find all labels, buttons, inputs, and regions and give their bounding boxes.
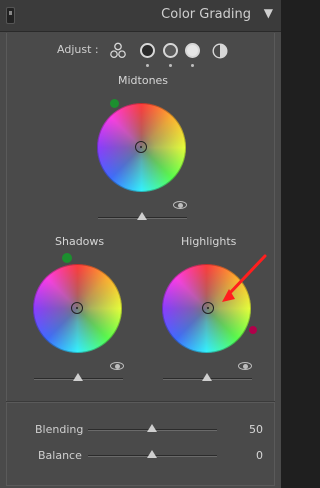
panel-toggle-icon[interactable] — [6, 7, 15, 24]
adjust-row: Adjust : — [0, 38, 281, 68]
panel-header: Color Grading ▼ — [0, 0, 281, 32]
midtones-indicator-dot — [169, 64, 172, 67]
shadows-wheel-icon[interactable] — [140, 43, 155, 58]
three-wheels-icon[interactable] — [109, 42, 127, 60]
balance-label: Balance — [38, 449, 82, 462]
midtones-center-handle[interactable] — [135, 141, 147, 153]
shadows-marker[interactable] — [62, 253, 72, 263]
blending-value[interactable]: 50 — [235, 423, 263, 436]
highlights-marker[interactable] — [249, 326, 257, 334]
panel-title: Color Grading — [161, 7, 251, 22]
highlights-wheel-icon[interactable] — [185, 43, 200, 58]
blending-thumb[interactable] — [147, 424, 157, 432]
midtones-wheel-icon[interactable] — [163, 43, 178, 58]
shadows-center-handle[interactable] — [71, 302, 83, 314]
midtones-marker[interactable] — [110, 99, 119, 108]
highlights-eye-icon[interactable] — [238, 362, 252, 370]
midtones-eye-icon[interactable] — [173, 201, 187, 209]
midtones-luminance-thumb[interactable] — [137, 212, 147, 220]
adjust-label: Adjust : — [57, 43, 99, 56]
highlights-center-handle[interactable] — [202, 302, 214, 314]
color-grading-panel: Color Grading ▼ Adjust : Midtones Shadow… — [0, 0, 281, 488]
shadows-eye-icon[interactable] — [110, 362, 124, 370]
highlights-luminance-thumb[interactable] — [202, 373, 212, 381]
midtones-label: Midtones — [118, 74, 169, 87]
balance-value[interactable]: 0 — [235, 449, 263, 462]
global-icon[interactable] — [212, 43, 228, 59]
global-svg — [212, 43, 228, 59]
shadows-luminance-thumb[interactable] — [73, 373, 83, 381]
section-separator — [6, 401, 275, 402]
three-wheels-svg — [110, 42, 126, 59]
panel-content-frame — [6, 33, 275, 486]
blending-label: Blending — [35, 423, 84, 436]
collapse-icon[interactable]: ▼ — [264, 6, 273, 20]
highlights-indicator-dot — [191, 64, 194, 67]
shadows-indicator-dot — [146, 64, 149, 67]
balance-thumb[interactable] — [147, 450, 157, 458]
highlights-label: Highlights — [181, 235, 237, 248]
shadows-label: Shadows — [55, 235, 105, 248]
